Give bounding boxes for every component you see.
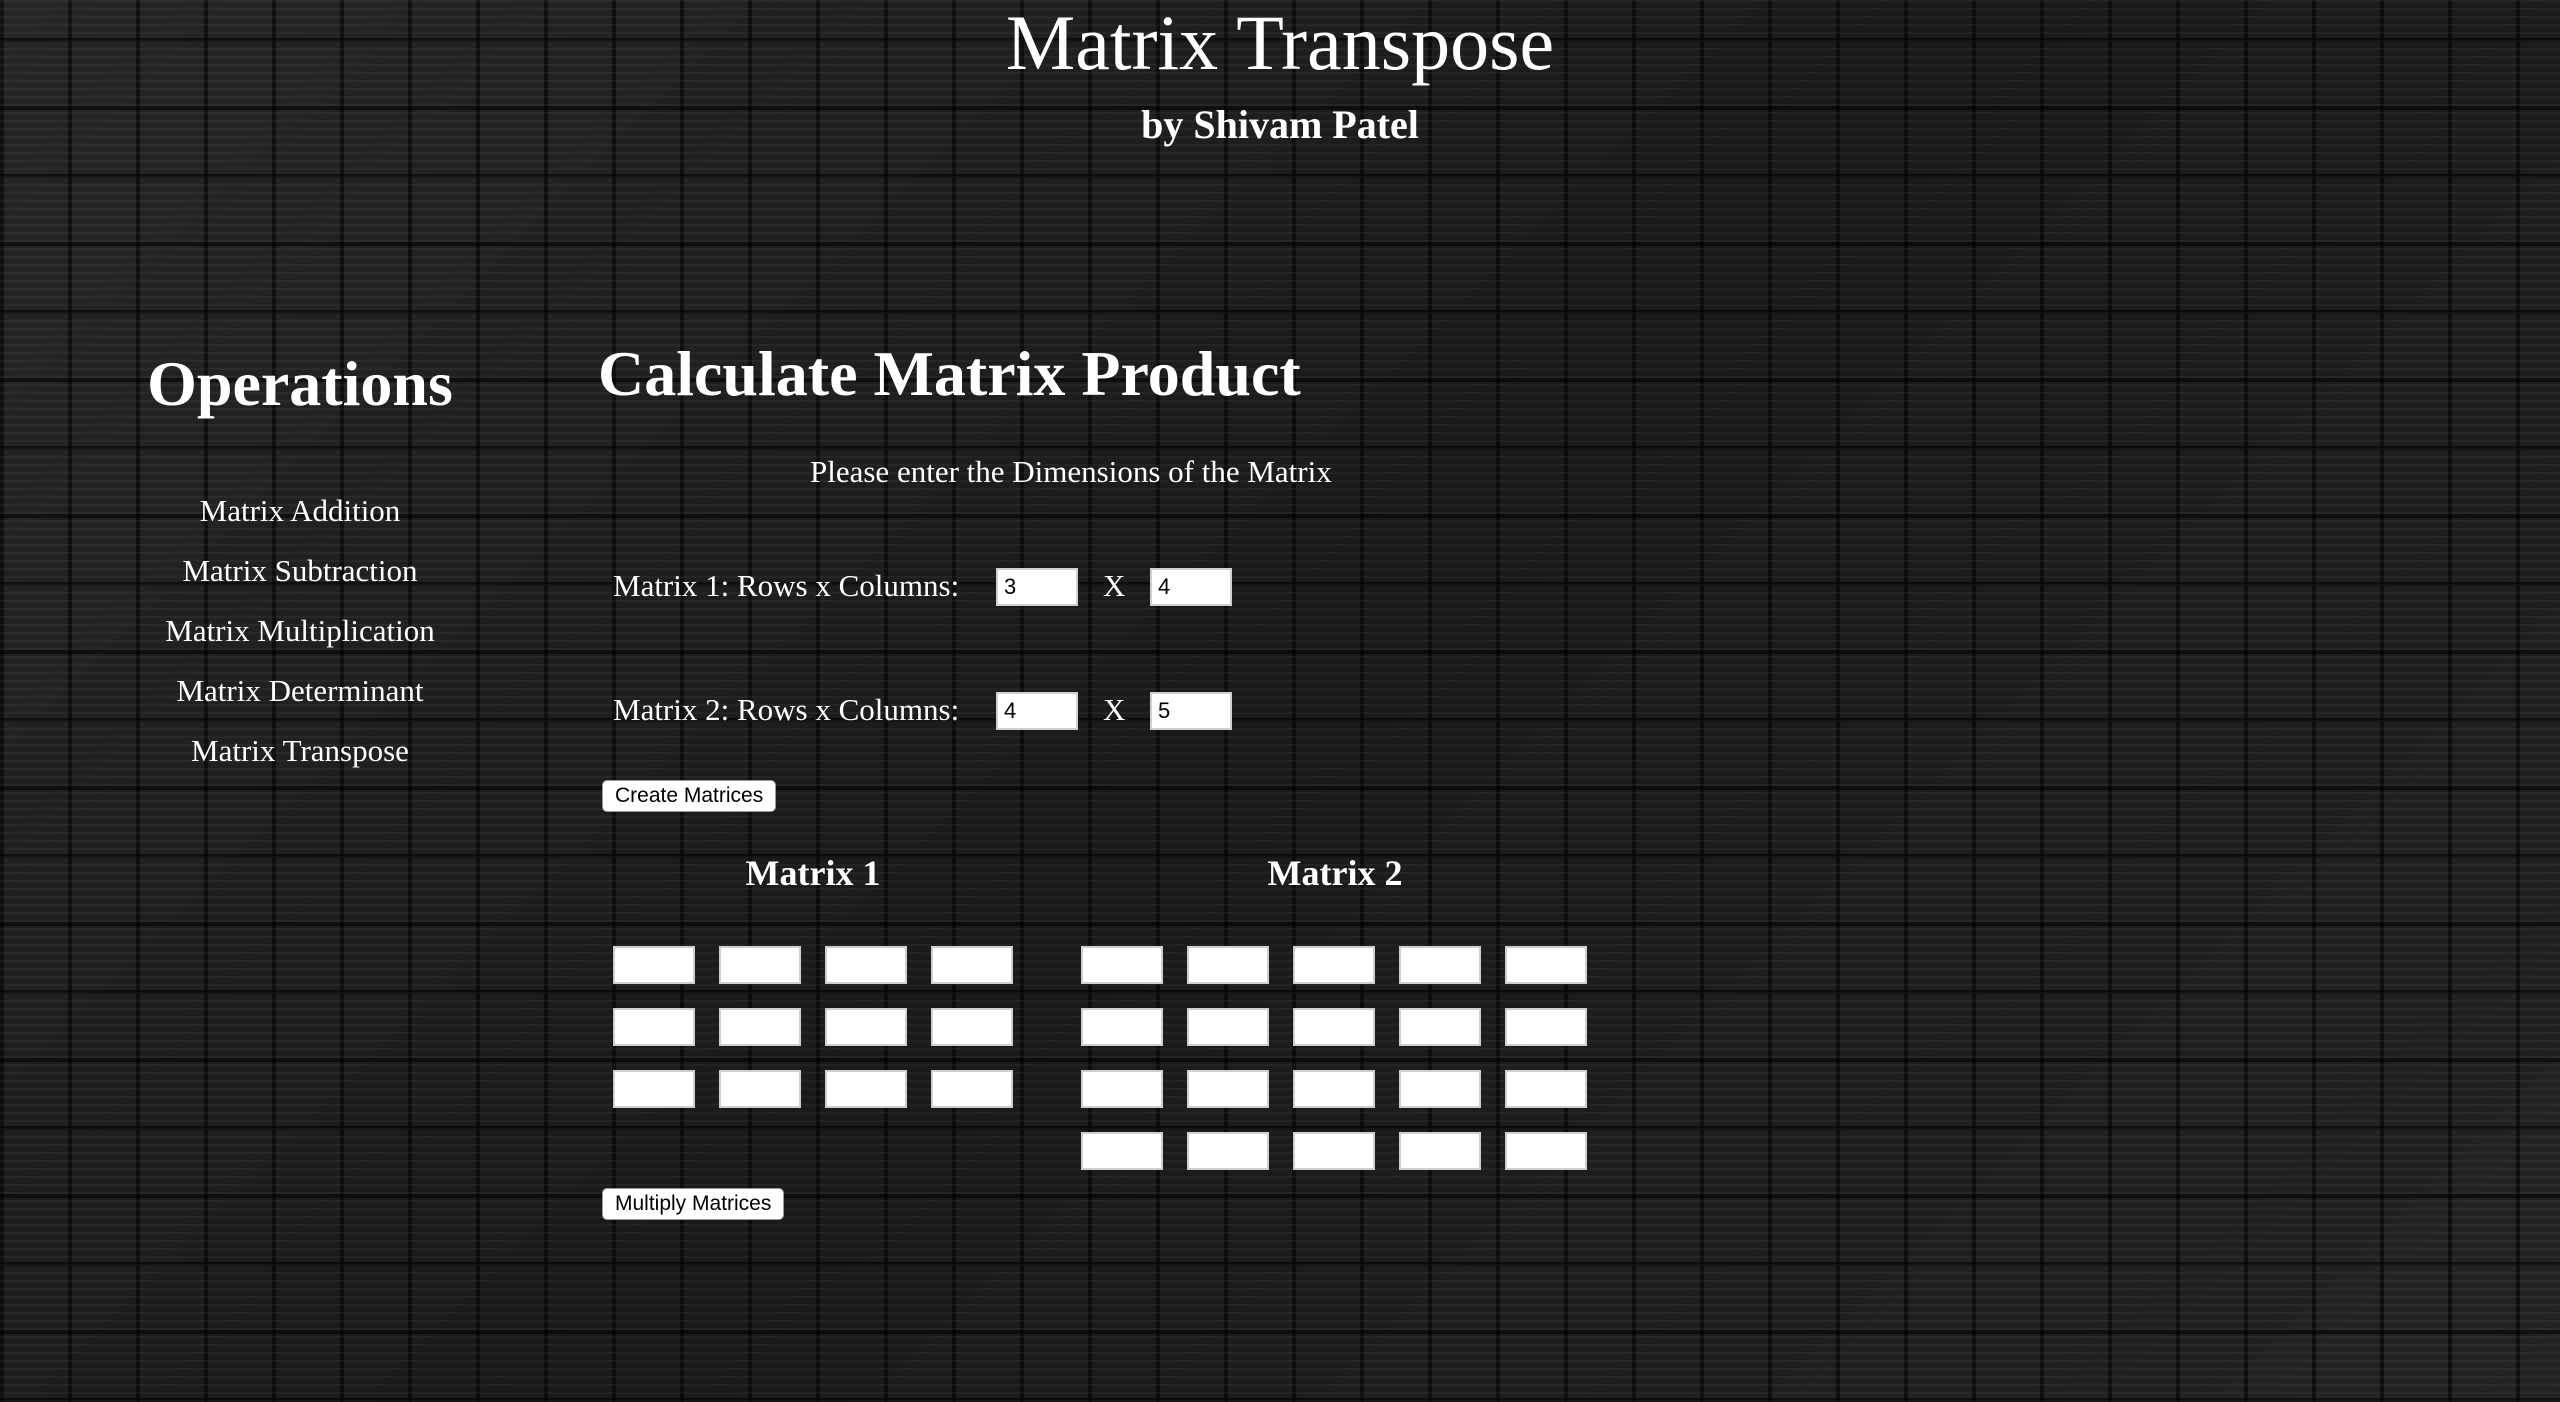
main-heading: Calculate Matrix Product [598,338,1301,409]
matrix1-cell[interactable] [613,946,695,984]
matrix1-cell[interactable] [613,1008,695,1046]
sidebar-item-matrix-multiplication[interactable]: Matrix Multiplication [100,611,500,651]
matrix1-cell[interactable] [931,946,1013,984]
matrix2-cell[interactable] [1293,1132,1375,1170]
matrix2-title: Matrix 2 [1267,853,1403,893]
matrix2-dimension-separator: X [1103,692,1126,727]
matrix2-cell[interactable] [1081,946,1163,984]
matrix2-cell[interactable] [1081,1008,1163,1046]
matrix2-cell[interactable] [1399,1070,1481,1108]
sidebar-item-matrix-addition[interactable]: Matrix Addition [100,491,500,531]
matrix2-cell[interactable] [1187,1008,1269,1046]
matrix2-cell[interactable] [1505,1070,1587,1108]
matrix1-cell[interactable] [719,946,801,984]
matrix2-cell[interactable] [1399,1008,1481,1046]
matrix2-cell[interactable] [1081,1070,1163,1108]
matrix1-cell[interactable] [613,1070,695,1108]
matrix1-dimension-separator: X [1103,568,1126,603]
matrix1-cell[interactable] [931,1070,1013,1108]
matrix2-cell[interactable] [1081,1132,1163,1170]
matrix2-cell[interactable] [1399,946,1481,984]
sidebar-item-matrix-determinant[interactable]: Matrix Determinant [100,671,500,711]
dimensions-instructions: Please enter the Dimensions of the Matri… [810,454,1332,489]
matrix1-dimensions-label: Matrix 1: Rows x Columns: [613,568,960,603]
matrix2-cell[interactable] [1505,1008,1587,1046]
matrix1-title: Matrix 1 [745,853,881,893]
matrix2-cell[interactable] [1187,1132,1269,1170]
create-matrices-button[interactable]: Create Matrices [602,780,777,812]
matrix2-cell[interactable] [1505,1132,1587,1170]
matrix2-dimensions-label: Matrix 2: Rows x Columns: [613,692,960,727]
sidebar-item-matrix-transpose[interactable]: Matrix Transpose [100,731,500,771]
matrix1-cell[interactable] [825,1070,907,1108]
matrix2-cell[interactable] [1293,946,1375,984]
multiply-matrices-button[interactable]: Multiply Matrices [602,1188,785,1220]
matrix2-cell[interactable] [1293,1008,1375,1046]
sidebar-item-matrix-subtraction[interactable]: Matrix Subtraction [100,551,500,591]
operations-heading: Operations [147,348,453,419]
matrix1-rows-input[interactable] [996,568,1078,606]
matrix2-cell[interactable] [1505,946,1587,984]
matrix2-cell[interactable] [1399,1132,1481,1170]
matrix2-cell[interactable] [1293,1070,1375,1108]
matrix1-cell[interactable] [719,1008,801,1046]
matrix2-cell[interactable] [1187,946,1269,984]
page-title: Matrix Transpose [1005,0,1555,86]
matrix1-cell[interactable] [825,1008,907,1046]
matrix2-cols-input[interactable] [1150,692,1232,730]
matrix1-cell[interactable] [825,946,907,984]
matrix1-cell[interactable] [931,1008,1013,1046]
matrix2-rows-input[interactable] [996,692,1078,730]
page-subtitle: by Shivam Patel [1141,102,1419,147]
matrix1-cols-input[interactable] [1150,568,1232,606]
matrix2-cell[interactable] [1187,1070,1269,1108]
matrix1-cell[interactable] [719,1070,801,1108]
